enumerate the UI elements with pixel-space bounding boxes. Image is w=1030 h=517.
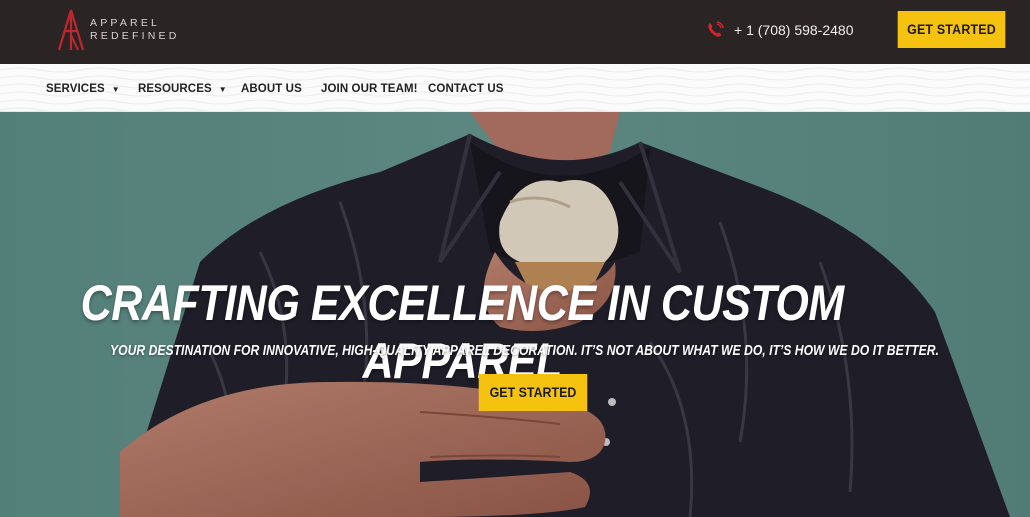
- nav-item-about-us[interactable]: ABOUT US: [241, 81, 302, 97]
- nav-item-resources[interactable]: RESOURCES ▼: [138, 81, 227, 97]
- brand-logo[interactable]: APPAREL REDEFINED: [56, 9, 186, 51]
- hero-section: CRAFTING EXCELLENCE IN CUSTOM APPAREL YO…: [0, 112, 1030, 517]
- get-started-button-hero[interactable]: GET STARTED: [478, 374, 588, 411]
- logo-mark-icon: [57, 9, 85, 51]
- nav-item-label: SERVICES: [46, 83, 105, 95]
- brand-line-1: APPAREL: [90, 17, 161, 29]
- top-header: APPAREL REDEFINED + 1 (708) 598-2480 GET…: [0, 0, 1030, 64]
- nav-item-label: ABOUT US: [241, 83, 302, 95]
- phone-ringing-icon: [708, 21, 724, 37]
- nav-item-label: JOIN OUR TEAM!: [321, 83, 418, 95]
- brand-line-2: REDEFINED: [90, 30, 180, 42]
- get-started-button-header[interactable]: GET STARTED: [897, 11, 1006, 48]
- nav-item-join-our-team[interactable]: JOIN OUR TEAM!: [321, 81, 418, 97]
- phone-link[interactable]: + 1 (708) 598-2480: [706, 19, 853, 41]
- hero-subtitle: YOUR DESTINATION FOR INNOVATIVE, HIGH-QU…: [110, 343, 939, 359]
- phone-number: + 1 (708) 598-2480: [734, 22, 854, 38]
- main-nav: SERVICES ▼ RESOURCES ▼ ABOUT US JOIN OUR…: [0, 64, 1030, 112]
- nav-item-services[interactable]: SERVICES ▼: [46, 81, 120, 97]
- caret-down-icon: ▼: [218, 84, 227, 94]
- nav-item-label: RESOURCES: [138, 83, 212, 95]
- nav-item-contact-us[interactable]: CONTACT US: [428, 81, 504, 97]
- hero-title: CRAFTING EXCELLENCE IN CUSTOM APPAREL: [80, 275, 845, 389]
- caret-down-icon: ▼: [111, 84, 120, 94]
- nav-item-label: CONTACT US: [428, 83, 504, 95]
